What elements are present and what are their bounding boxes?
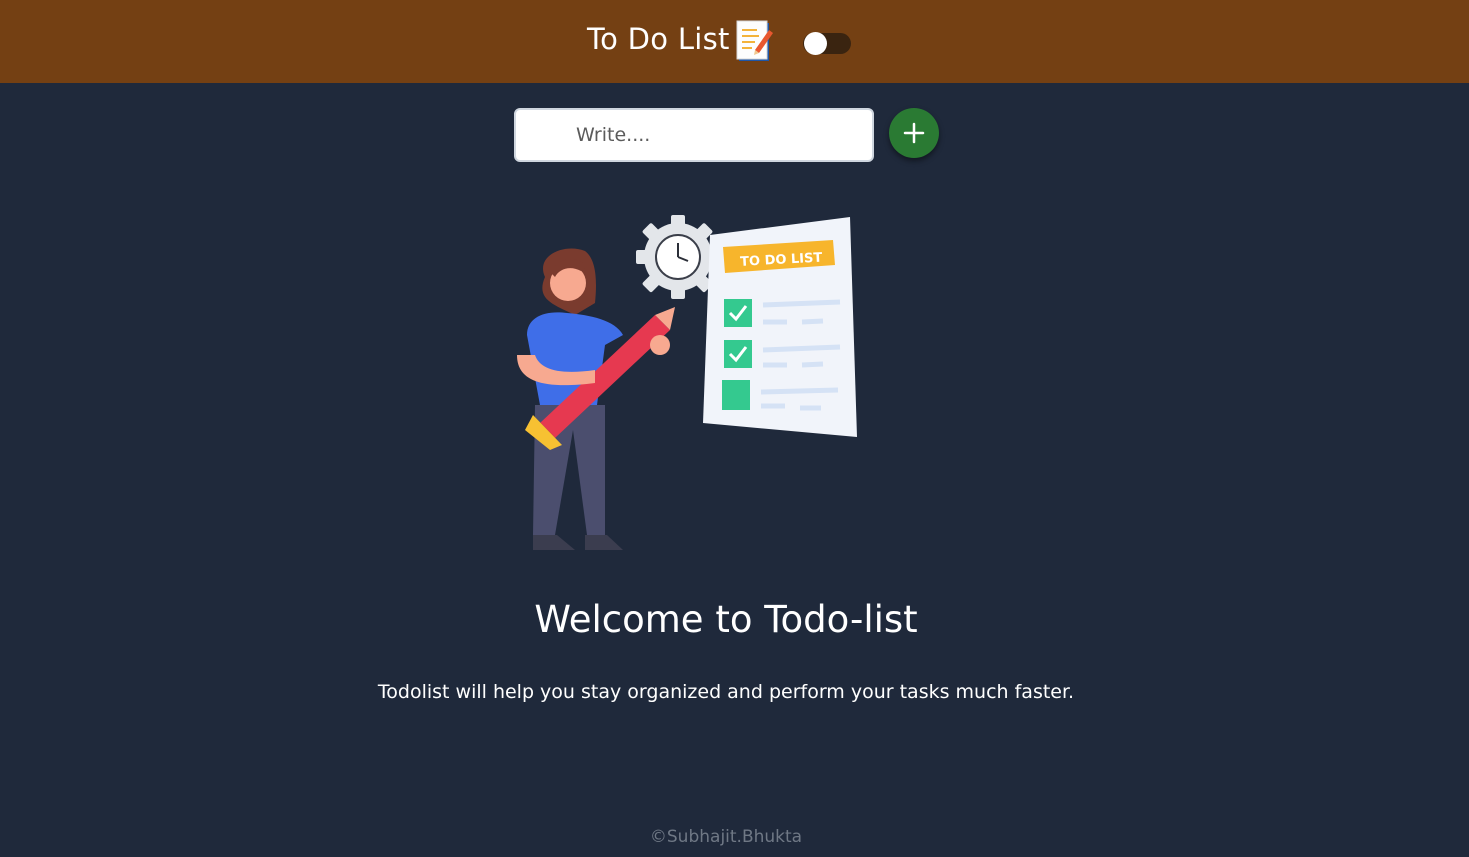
app-title: To Do List	[587, 22, 730, 56]
toggle-knob	[804, 32, 827, 55]
plus-icon	[903, 122, 925, 144]
todo-illustration: TO DO LIST	[517, 215, 857, 550]
checklist-paper: TO DO LIST	[703, 217, 857, 437]
theme-toggle[interactable]	[803, 32, 851, 55]
memo-icon	[736, 20, 773, 61]
welcome-title: Welcome to Todo-list	[534, 598, 918, 641]
footer-credit: ©Subhajit.Bhukta	[649, 827, 803, 847]
gear-clock-icon	[636, 215, 720, 299]
welcome-subtitle: Todolist will help you stay organized an…	[377, 681, 1075, 703]
woman-figure	[517, 248, 675, 550]
todo-input-wrapper	[514, 108, 874, 162]
add-button[interactable]	[889, 108, 939, 158]
todo-input[interactable]	[516, 110, 872, 160]
header-bar: To Do List	[0, 0, 1469, 83]
